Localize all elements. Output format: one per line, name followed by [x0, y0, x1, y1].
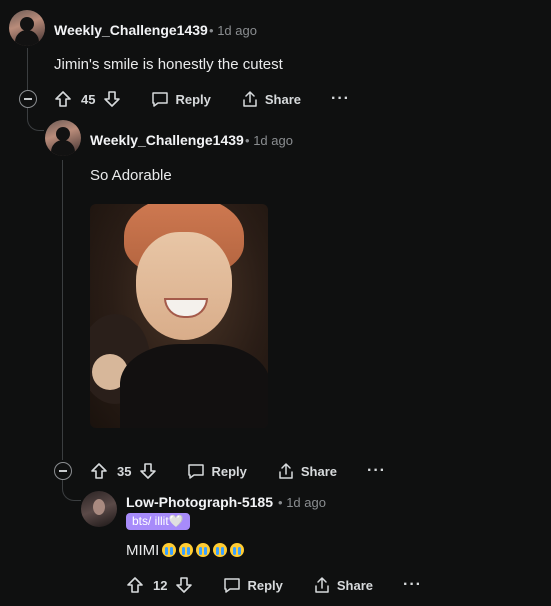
comment-time: 1d ago	[286, 495, 326, 510]
crying-emoji-icon	[179, 543, 194, 557]
comment-meta: • 1d ago	[245, 133, 293, 148]
upvote-icon[interactable]	[126, 576, 144, 594]
vote-count: 35	[117, 463, 132, 479]
upvote-icon[interactable]	[54, 90, 72, 108]
comment-meta: • 1d ago	[209, 23, 257, 38]
vote-count: 45	[81, 91, 96, 107]
comment-time: 1d ago	[253, 133, 293, 148]
share-label: Share	[336, 577, 374, 593]
user-flair: bts/ illit🤍	[126, 513, 190, 530]
comment-text: So Adorable	[90, 167, 172, 184]
crying-emoji-icon	[230, 543, 245, 557]
share-icon	[277, 462, 295, 480]
reply-button[interactable]: Reply	[187, 462, 247, 480]
thread-connector-root	[27, 106, 44, 131]
collapse-thread-button[interactable]	[19, 90, 37, 108]
thread-line-reply	[62, 160, 63, 460]
reply-icon	[187, 462, 205, 480]
comment-text-content: MIMI	[126, 542, 160, 559]
comment-username[interactable]: Weekly_Challenge1439	[90, 132, 244, 148]
reply-icon	[151, 90, 169, 108]
share-icon	[241, 90, 259, 108]
avatar[interactable]	[81, 491, 117, 527]
comment-meta: • 1d ago	[278, 495, 326, 510]
share-label: Share	[300, 463, 338, 479]
reply-label: Reply	[175, 91, 211, 107]
share-button[interactable]: Share	[241, 90, 301, 108]
separator-dot: •	[245, 133, 250, 148]
upvote-icon[interactable]	[90, 462, 108, 480]
avatar[interactable]	[45, 120, 81, 156]
separator-dot: •	[209, 23, 214, 38]
reply-label: Reply	[247, 577, 283, 593]
share-button[interactable]: Share	[313, 576, 373, 594]
comment-username[interactable]: Low-Photograph-5185	[126, 494, 273, 510]
more-options-button[interactable]: ···	[403, 576, 422, 594]
comment-actions: 35 Reply Share ···	[90, 458, 386, 484]
downvote-icon[interactable]	[175, 576, 193, 594]
avatar[interactable]	[9, 10, 45, 46]
comment-actions: 12 Reply Share ···	[126, 572, 422, 598]
more-options-button[interactable]: ···	[331, 90, 350, 108]
share-label: Share	[264, 91, 302, 107]
reply-button[interactable]: Reply	[151, 90, 211, 108]
more-options-button[interactable]: ···	[367, 462, 386, 480]
comment-text: Jimin's smile is honestly the cutest	[54, 56, 283, 73]
comment-username[interactable]: Weekly_Challenge1439	[54, 22, 208, 38]
share-button[interactable]: Share	[277, 462, 337, 480]
downvote-icon[interactable]	[103, 90, 121, 108]
vote-count: 12	[153, 577, 168, 593]
comment-text: MIMI	[126, 542, 245, 559]
separator-dot: •	[278, 495, 283, 510]
crying-emoji-icon	[196, 543, 211, 557]
share-icon	[313, 576, 331, 594]
downvote-icon[interactable]	[139, 462, 157, 480]
crying-emoji-icon	[213, 543, 228, 557]
comment-time: 1d ago	[217, 23, 257, 38]
thread-line-root	[27, 48, 28, 90]
comment-actions: 45 Reply Share ···	[54, 86, 350, 112]
reply-label: Reply	[211, 463, 247, 479]
thread-connector-reply	[62, 478, 81, 501]
crying-emoji-icon	[162, 543, 177, 557]
reply-button[interactable]: Reply	[223, 576, 283, 594]
reply-icon	[223, 576, 241, 594]
collapse-thread-button[interactable]	[54, 462, 72, 480]
comment-image[interactable]	[90, 204, 268, 428]
